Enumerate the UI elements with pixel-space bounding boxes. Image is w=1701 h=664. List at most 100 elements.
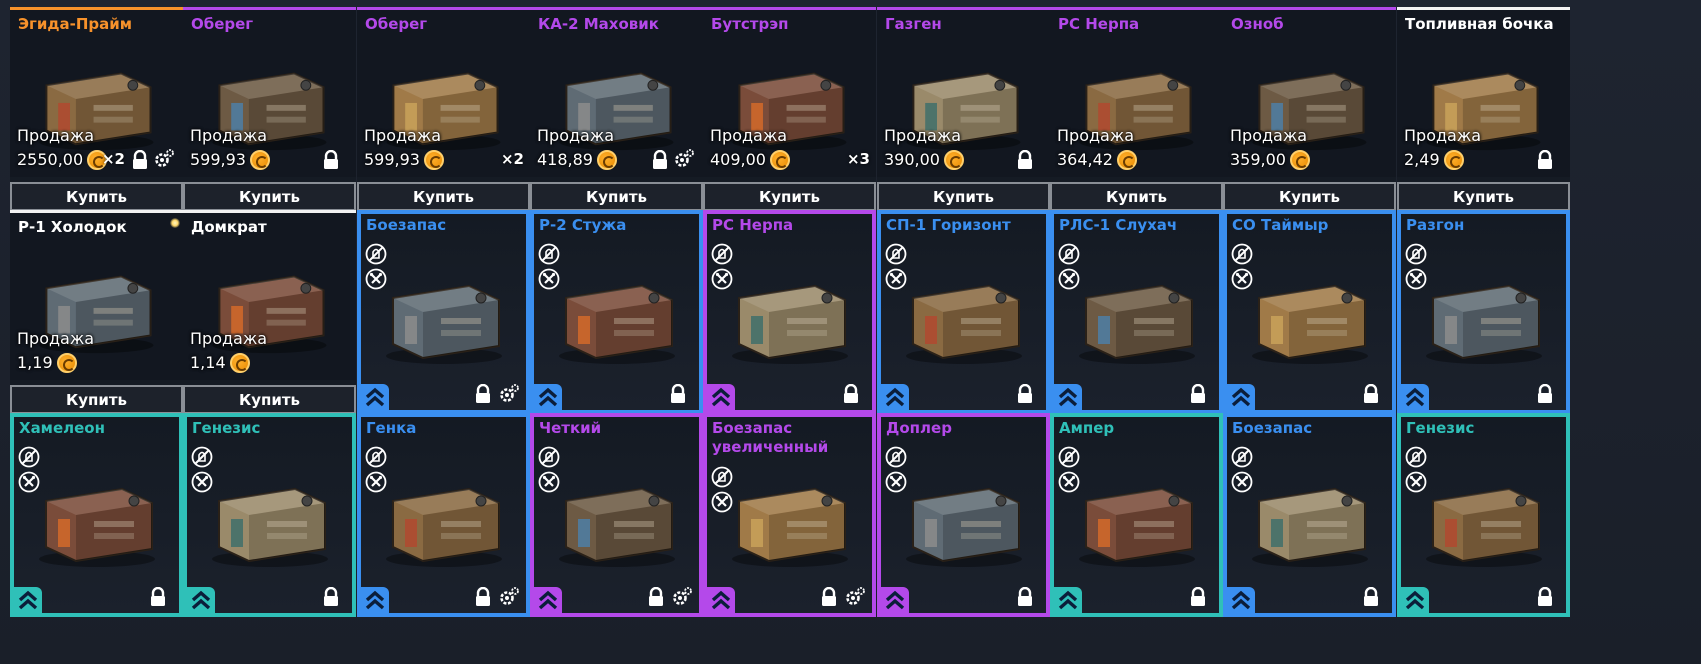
no-repair-icon	[1405, 268, 1427, 290]
craft-gear-icon[interactable]	[844, 586, 866, 608]
coin-icon	[424, 150, 444, 170]
lock-icon	[842, 384, 860, 404]
coin-icon	[250, 150, 270, 170]
shop-card[interactable]: РС Нерпа Продажа 364,42 Купить	[1050, 7, 1223, 211]
buy-button[interactable]: Купить	[10, 385, 183, 414]
item-title: Четкий	[539, 419, 602, 437]
rank-chevron-icon	[707, 587, 735, 613]
no-repair-icon	[365, 268, 387, 290]
item-title: Озноб	[1231, 15, 1284, 33]
lock-icon	[1016, 150, 1034, 170]
coin-icon	[57, 353, 77, 373]
no-repair-icon	[711, 268, 733, 290]
item-quantity: ×2	[500, 150, 524, 168]
inventory-card[interactable]: Боезапас увеличенный	[703, 413, 876, 617]
buy-button[interactable]: Купить	[703, 182, 876, 211]
item-grid: Эгида-Прайм Продажа 2550,00 ×2 Купить Оберег П…	[0, 0, 1701, 664]
rank-chevron-icon	[1401, 384, 1429, 410]
inventory-card[interactable]: Доплер	[877, 413, 1050, 617]
rank-chevron-icon	[881, 384, 909, 410]
inventory-card[interactable]: Генезис	[183, 413, 356, 617]
item-image	[891, 461, 1037, 573]
shop-card[interactable]: Оберег Продажа 599,93 Купить	[183, 7, 356, 211]
inventory-card[interactable]: СО Таймыр	[1223, 210, 1396, 414]
rank-chevron-icon	[1401, 587, 1429, 613]
no-repair-icon	[18, 471, 40, 493]
item-title: СП-1 Горизонт	[886, 216, 1011, 234]
inventory-card[interactable]: РС Нерпа	[703, 210, 876, 414]
craft-gear-icon[interactable]	[153, 148, 175, 170]
shop-card[interactable]: КА-2 Маховик Продажа 418,89 Купить	[530, 7, 703, 211]
lock-icon	[651, 150, 669, 170]
sell-label: Продажа	[1404, 126, 1482, 145]
sell-label: Продажа	[190, 329, 268, 348]
item-title: Бутстрэп	[711, 15, 789, 33]
inventory-card[interactable]: Хамелеон	[10, 413, 183, 617]
no-ammo-icon	[711, 243, 733, 265]
craft-gear-icon[interactable]	[498, 586, 520, 608]
inventory-card[interactable]: Боезапас	[1223, 413, 1396, 617]
item-title: СО Таймыр	[1232, 216, 1329, 234]
inventory-card[interactable]: Четкий	[530, 413, 703, 617]
shop-card[interactable]: Озноб Продажа 359,00 Купить	[1223, 7, 1396, 211]
no-repair-icon	[711, 491, 733, 513]
no-ammo-icon	[538, 446, 560, 468]
item-title: Эгида-Прайм	[18, 15, 133, 33]
inventory-card[interactable]: Р-2 Стужа	[530, 210, 703, 414]
lock-icon	[1016, 384, 1034, 404]
inventory-card[interactable]: Ампер	[1050, 413, 1223, 617]
inventory-card[interactable]: РЛС-1 Слухач	[1050, 210, 1223, 414]
item-title: Генка	[366, 419, 417, 437]
no-ammo-icon	[18, 446, 40, 468]
no-repair-icon	[1058, 471, 1080, 493]
buy-button[interactable]: Купить	[877, 182, 1050, 211]
shop-card[interactable]: Домкрат Продажа 1,14 Купить	[183, 210, 356, 414]
lock-icon	[322, 150, 340, 170]
inventory-card[interactable]: Боезапас	[357, 210, 530, 414]
sell-label: Продажа	[1230, 126, 1308, 145]
sell-label: Продажа	[17, 126, 95, 145]
rank-chevron-icon	[1054, 587, 1082, 613]
no-ammo-icon	[1058, 243, 1080, 265]
inventory-card[interactable]: Генка	[357, 413, 530, 617]
buy-button[interactable]: Купить	[183, 182, 356, 211]
coin-icon	[1117, 150, 1137, 170]
buy-button[interactable]: Купить	[183, 385, 356, 414]
shop-card[interactable]: Топливная бочка Продажа 2,49 Купить	[1397, 7, 1570, 211]
buy-button[interactable]: Купить	[357, 182, 530, 211]
item-image	[197, 461, 343, 573]
item-title: Хамелеон	[19, 419, 105, 437]
item-price: 1,19	[17, 353, 53, 372]
buy-button[interactable]: Купить	[1050, 182, 1223, 211]
item-image	[1064, 461, 1210, 573]
shop-card[interactable]: Бутстрэп Продажа 409,00 ×3 Купить	[703, 7, 876, 211]
no-repair-icon	[1405, 471, 1427, 493]
craft-gear-icon[interactable]	[498, 383, 520, 405]
inventory-card[interactable]: Разгон	[1397, 210, 1570, 414]
coin-icon	[230, 353, 250, 373]
buy-button[interactable]: Купить	[530, 182, 703, 211]
craft-gear-icon[interactable]	[673, 148, 695, 170]
buy-button[interactable]: Купить	[1223, 182, 1396, 211]
sell-label: Продажа	[884, 126, 962, 145]
craft-gear-icon[interactable]	[671, 586, 693, 608]
item-image	[891, 258, 1037, 370]
shop-card[interactable]: Эгида-Прайм Продажа 2550,00 ×2 Купить	[10, 7, 183, 211]
shop-card[interactable]: Оберег Продажа 599,93 ×2 Купить	[357, 7, 530, 211]
item-price: 409,00	[710, 150, 766, 169]
lock-icon	[1536, 587, 1554, 607]
no-ammo-icon	[1058, 446, 1080, 468]
shop-card[interactable]: Р-1 Холодок Продажа 1,19 Купить	[10, 210, 183, 414]
rank-chevron-icon	[187, 587, 215, 613]
lock-icon	[669, 384, 687, 404]
buy-button[interactable]: Купить	[10, 182, 183, 211]
inventory-card[interactable]: Генезис	[1397, 413, 1570, 617]
item-title: Топливная бочка	[1405, 15, 1554, 33]
lock-icon	[474, 384, 492, 404]
item-title: Разгон	[1406, 216, 1465, 234]
item-image	[1411, 461, 1557, 573]
inventory-card[interactable]: СП-1 Горизонт	[877, 210, 1050, 414]
buy-button[interactable]: Купить	[1397, 182, 1570, 211]
rank-chevron-icon	[1054, 384, 1082, 410]
shop-card[interactable]: Газген Продажа 390,00 Купить	[877, 7, 1050, 211]
